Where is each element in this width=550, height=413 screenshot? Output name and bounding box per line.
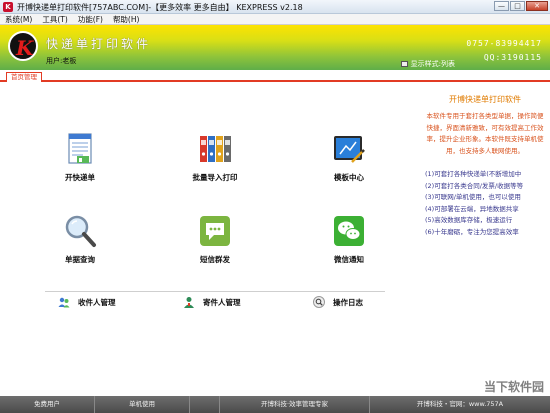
wechat-icon xyxy=(332,214,366,248)
link-operation-log[interactable]: 操作日志 xyxy=(313,296,363,308)
status-slogan: 开博科技·效率管理专家 xyxy=(220,396,370,413)
maximize-button[interactable]: □ xyxy=(510,1,525,11)
list-view-icon xyxy=(400,61,408,67)
tablet-pen-icon xyxy=(332,132,366,166)
log-search-icon xyxy=(313,296,325,308)
window-controls: — □ ✕ xyxy=(493,1,548,11)
feature-list: (1)可套打各种快递单(不断增加中 (2)可套打各类合同/发票/收据等等 (3)… xyxy=(425,169,545,238)
menu-system[interactable]: 系统(M) xyxy=(0,14,37,24)
binders-icon xyxy=(198,132,232,166)
document-icon xyxy=(63,132,97,166)
menu-help[interactable]: 帮助(H) xyxy=(108,14,145,24)
tile-label: 开快递单 xyxy=(65,173,95,182)
divider xyxy=(45,291,385,292)
link-label: 操作日志 xyxy=(333,297,363,307)
menu-bar: 系统(M) 工具(T) 功能(F) 帮助(H) xyxy=(0,14,550,25)
logo: K xyxy=(8,31,38,61)
qq-number: QQ:3190115 xyxy=(483,53,542,62)
feature-item: (3)可联网/单机使用，也可以使用 xyxy=(425,193,521,201)
feature-item: (6)十年磨砺，专注为您提高效率 xyxy=(425,227,519,236)
tile-label: 单据查询 xyxy=(65,255,95,264)
tile-create-waybill[interactable]: 开快递单 xyxy=(35,132,125,183)
app-icon: K xyxy=(3,2,13,12)
brand-title: 快递单打印软件 xyxy=(46,37,152,51)
info-panel: 开博快递单打印软件 本软件专用于套打各类型单据，操作简便快捷，界面清新雅致，可有… xyxy=(425,94,545,238)
tile-waybill-query[interactable]: 单据查询 xyxy=(35,214,125,265)
tile-label: 短信群发 xyxy=(200,255,230,264)
link-label: 收件人管理 xyxy=(78,297,116,307)
close-button[interactable]: ✕ xyxy=(526,1,548,11)
status-bar: 免费用户 单机使用 开博科技·效率管理专家 开博科技・官网：www.757A xyxy=(0,396,550,413)
link-sender-management[interactable]: 寄件人管理 xyxy=(183,296,241,308)
link-label: 寄件人管理 xyxy=(203,297,241,307)
recipients-icon xyxy=(58,296,70,308)
feature-item: (2)可套打各类合同/发票/收据等等 xyxy=(425,181,524,190)
user-label: 用户:老板 xyxy=(46,57,77,65)
feature-item: (4)可部署在云端，异地数据共享 xyxy=(425,204,519,213)
phone-number: 0757-83994417 xyxy=(466,39,542,48)
menu-functions[interactable]: 功能(F) xyxy=(73,14,108,24)
tile-sms-broadcast[interactable]: 短信群发 xyxy=(170,214,260,265)
display-mode-toggle[interactable]: 显示样式:列表 xyxy=(400,59,455,69)
window-title: 开博快递单打印软件[757ABC.COM]-【更多效率 更多自由】 KEXPRE… xyxy=(17,3,303,12)
minimize-button[interactable]: — xyxy=(494,1,509,11)
tile-label: 批量导入打印 xyxy=(192,173,238,182)
tile-wechat-notify[interactable]: 微信通知 xyxy=(304,214,394,265)
info-panel-description: 本软件专用于套打各类型单据，操作简便快捷，界面清新雅致，可有效提高工作效率，提升… xyxy=(426,112,544,155)
status-mode: 单机使用 xyxy=(95,396,190,413)
tile-label: 模板中心 xyxy=(334,173,364,182)
sms-icon xyxy=(198,214,232,248)
tile-label: 微信通知 xyxy=(334,255,364,264)
feature-item: (5)高效数据库存储，极速运行 xyxy=(425,216,513,224)
info-panel-title: 开博快递单打印软件 xyxy=(449,95,521,104)
tab-bar: 首页管理 xyxy=(0,70,550,82)
tab-home[interactable]: 首页管理 xyxy=(6,72,42,82)
site-watermark: 当下软件园 xyxy=(483,380,544,394)
display-mode-label: 显示样式:列表 xyxy=(410,60,455,68)
main-area: 开快递单 批量导入打印 模板中心 单据查询 短信群发 微信通知 收件人管理 寄件… xyxy=(0,84,550,396)
sender-icon xyxy=(183,296,195,308)
menu-tools[interactable]: 工具(T) xyxy=(37,14,72,24)
status-empty xyxy=(190,396,220,413)
feature-item: (1)可套打各种快递单(不断增加中 xyxy=(425,170,522,178)
status-license: 免费用户 xyxy=(0,396,95,413)
magnifier-icon xyxy=(63,214,97,248)
header-banner: K 快递单打印软件 用户:老板 显示样式:列表 0757-83994417 QQ… xyxy=(0,25,550,70)
status-website: 开博科技・官网：www.757A xyxy=(416,400,504,408)
tile-batch-import-print[interactable]: 批量导入打印 xyxy=(170,132,260,183)
link-recipient-management[interactable]: 收件人管理 xyxy=(58,296,116,308)
tile-template-center[interactable]: 模板中心 xyxy=(304,132,394,183)
title-bar: K 开博快递单打印软件[757ABC.COM]-【更多效率 更多自由】 KEXP… xyxy=(0,0,550,14)
logo-letter: K xyxy=(16,36,34,60)
